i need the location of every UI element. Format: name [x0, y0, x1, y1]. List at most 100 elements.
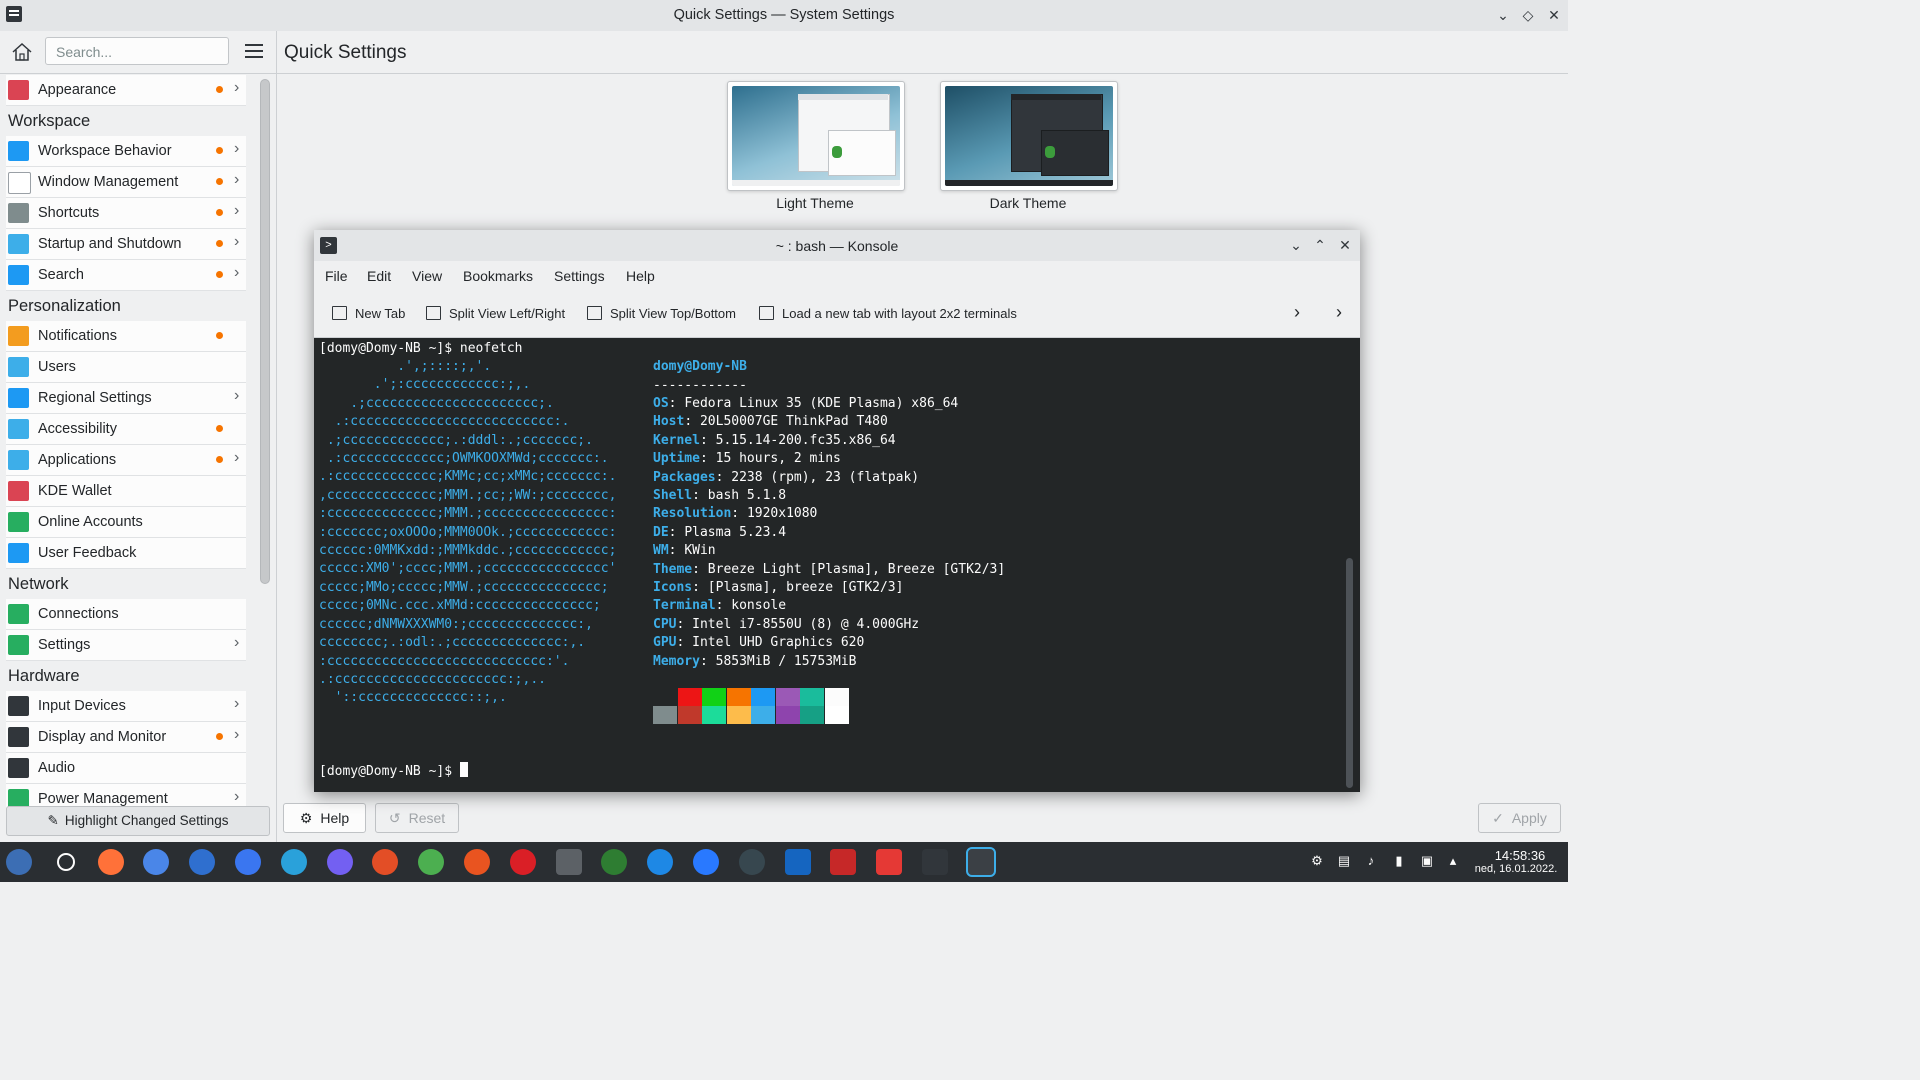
taskbar-firefox-icon[interactable] [97, 849, 124, 875]
network-tray-icon[interactable]: ▣ [1420, 854, 1434, 868]
ascii-logo-line: ccccc;0MNc.ccc.xMMd:ccccccccccccccc; [319, 598, 601, 614]
taskbar-plant-icon[interactable] [601, 849, 628, 875]
tray-expand-icon[interactable]: ▴ [1446, 854, 1460, 868]
neofetch-info-value: [Plasma], breeze [GTK2/3] [707, 580, 904, 595]
sidebar-item-label: Display and Monitor [38, 729, 167, 745]
taskbar-calculator-icon[interactable] [555, 849, 582, 875]
changed-settings-indicator [216, 425, 223, 432]
menu-bookmarks[interactable]: Bookmarks [463, 268, 533, 284]
pen-icon: ✎ [47, 813, 59, 828]
clipboard-tray-icon[interactable]: ▤ [1337, 854, 1351, 868]
sidebar-item-display-and-monitor[interactable]: Display and Monitor › [6, 722, 246, 753]
new-tab-button[interactable]: New Tab [332, 306, 405, 321]
neofetch-info-key: Shell [653, 488, 693, 503]
sidebar-item-regional-settings[interactable]: Regional Settings › [6, 383, 246, 414]
toolbar-overflow-chevron-icon[interactable]: › [1294, 302, 1300, 323]
sidebar-item-connections[interactable]: Connections [6, 599, 246, 630]
split-left-right-button[interactable]: Split View Left/Right [426, 306, 565, 321]
keyboard-icon [8, 203, 29, 223]
taskbar-signal-icon[interactable] [235, 849, 261, 875]
highlight-changed-settings-button[interactable]: ✎ Highlight Changed Settings [6, 806, 270, 836]
split-top-bottom-button[interactable]: Split View Top/Bottom [587, 306, 736, 321]
taskbar-settings-app-icon[interactable] [922, 849, 948, 875]
layout-2x2-button[interactable]: Load a new tab with layout 2x2 terminals [759, 306, 1017, 321]
sidebar-scrollbar[interactable] [260, 79, 270, 584]
taskbar-telegram-icon[interactable] [280, 849, 307, 875]
bottom-action-bar: ⚙ Help ↺ Reset ✓ Apply [277, 803, 1568, 841]
sidebar-item-window-management[interactable]: Window Management › [6, 167, 246, 198]
help-button[interactable]: ⚙ Help [283, 803, 366, 833]
taskbar-fedora-launcher-icon[interactable] [6, 849, 32, 875]
taskbar-gear-app-icon[interactable] [464, 849, 490, 875]
clock-time[interactable]: 14:58:36 [1480, 848, 1560, 863]
menu-help[interactable]: Help [626, 268, 655, 284]
taskbar-viber-icon[interactable] [326, 849, 353, 875]
color-swatch [677, 706, 702, 724]
sidebar-item-settings[interactable]: Settings › [6, 630, 246, 661]
hamburger-menu-icon[interactable] [245, 44, 263, 58]
sidebar-item-input-devices[interactable]: Input Devices › [6, 691, 246, 722]
minimize-button[interactable]: ⌄ [1494, 6, 1512, 24]
terminal-scrollbar[interactable] [1346, 558, 1353, 788]
sidebar-item-audio[interactable]: Audio [6, 753, 246, 784]
taskbar-bird-icon[interactable] [647, 849, 674, 875]
neofetch-info-value: Intel UHD Graphics 620 [692, 635, 865, 651]
sidebar-item-users[interactable]: Users [6, 352, 246, 383]
konsole-maximize-button[interactable]: ⌃ [1311, 236, 1329, 254]
sidebar-item-shortcuts[interactable]: Shortcuts › [6, 198, 246, 229]
close-button[interactable]: ✕ [1545, 6, 1563, 24]
konsole-minimize-button[interactable]: ⌄ [1287, 236, 1305, 254]
reset-button[interactable]: ↺ Reset [375, 803, 459, 833]
sidebar-item-user-feedback[interactable]: User Feedback [6, 538, 246, 569]
search-input[interactable]: Search... [45, 37, 229, 65]
taskbar-player-icon[interactable] [418, 849, 445, 875]
toolbar-next-chevron-icon[interactable]: › [1336, 302, 1342, 323]
taskbar-chromium-icon[interactable] [143, 849, 170, 875]
notifications-tray-icon[interactable]: ⚙ [1310, 854, 1324, 868]
sidebar-item-search[interactable]: Search › [6, 260, 246, 291]
taskbar-thunderbird-icon[interactable] [189, 849, 216, 875]
clock-date[interactable]: ned, 16.01.2022. [1466, 863, 1566, 875]
sidebar-item-label: Workspace Behavior [38, 143, 172, 159]
ascii-logo-line: .:cccccccccccccccccccccc:;,.. [319, 671, 546, 687]
accessibility-icon [8, 419, 29, 439]
apply-button[interactable]: ✓ Apply [1478, 803, 1561, 833]
menu-file[interactable]: File [325, 268, 348, 284]
input-icon [8, 696, 29, 716]
battery-tray-icon[interactable]: ▮ [1392, 854, 1406, 868]
maximize-button[interactable]: ◇ [1519, 6, 1537, 24]
sidebar-item-notifications[interactable]: Notifications [6, 321, 246, 352]
taskbar-search-icon[interactable] [56, 853, 75, 871]
sidebar-item-applications[interactable]: Applications › [6, 445, 246, 476]
taskbar-konsole-app-icon[interactable] [965, 847, 996, 877]
taskbar-installer-icon[interactable] [876, 849, 903, 875]
color-swatch [702, 706, 726, 724]
sidebar-item-workspace-behavior[interactable]: Workspace Behavior › [6, 136, 246, 167]
taskbar-downloader-icon[interactable] [372, 849, 399, 875]
taskbar-creative-cloud-icon[interactable] [509, 849, 536, 875]
taskbar-s-app-icon[interactable] [693, 849, 719, 875]
taskbar-connect-icon[interactable] [738, 849, 765, 875]
menu-view[interactable]: View [412, 268, 442, 284]
sidebar-item-appearance[interactable]: Appearance › [6, 75, 246, 106]
menu-edit[interactable]: Edit [367, 268, 391, 284]
light-theme-card[interactable] [727, 81, 905, 191]
sidebar-item-online-accounts[interactable]: Online Accounts [6, 507, 246, 538]
sidebar-item-label: Audio [38, 760, 76, 776]
sidebar-item-kde-wallet[interactable]: KDE Wallet [6, 476, 246, 507]
sidebar-section-heading: Network [0, 569, 256, 599]
menu-settings[interactable]: Settings [554, 268, 605, 284]
taskbar-dc-icon[interactable] [830, 849, 857, 875]
sidebar-item-startup-and-shutdown[interactable]: Startup and Shutdown › [6, 229, 246, 260]
neofetch-info-key: Host [653, 414, 685, 430]
neofetch-info-row: WM: KWin [653, 543, 716, 559]
dark-theme-card[interactable] [940, 81, 1118, 191]
terminal-view[interactable]: [domy@Domy-NB ~]$ neofetch .',;::::;,'. … [314, 338, 1360, 792]
sidebar-item-accessibility[interactable]: Accessibility [6, 414, 246, 445]
home-icon[interactable] [10, 40, 34, 64]
neofetch-info-key: WM [653, 543, 669, 559]
ascii-logo-line: .:cccccccccccccccccccccccccc:. [319, 414, 570, 430]
konsole-close-button[interactable]: ✕ [1336, 236, 1354, 254]
taskbar-writer-icon[interactable] [784, 849, 811, 875]
volume-tray-icon[interactable]: ♪ [1364, 854, 1378, 868]
